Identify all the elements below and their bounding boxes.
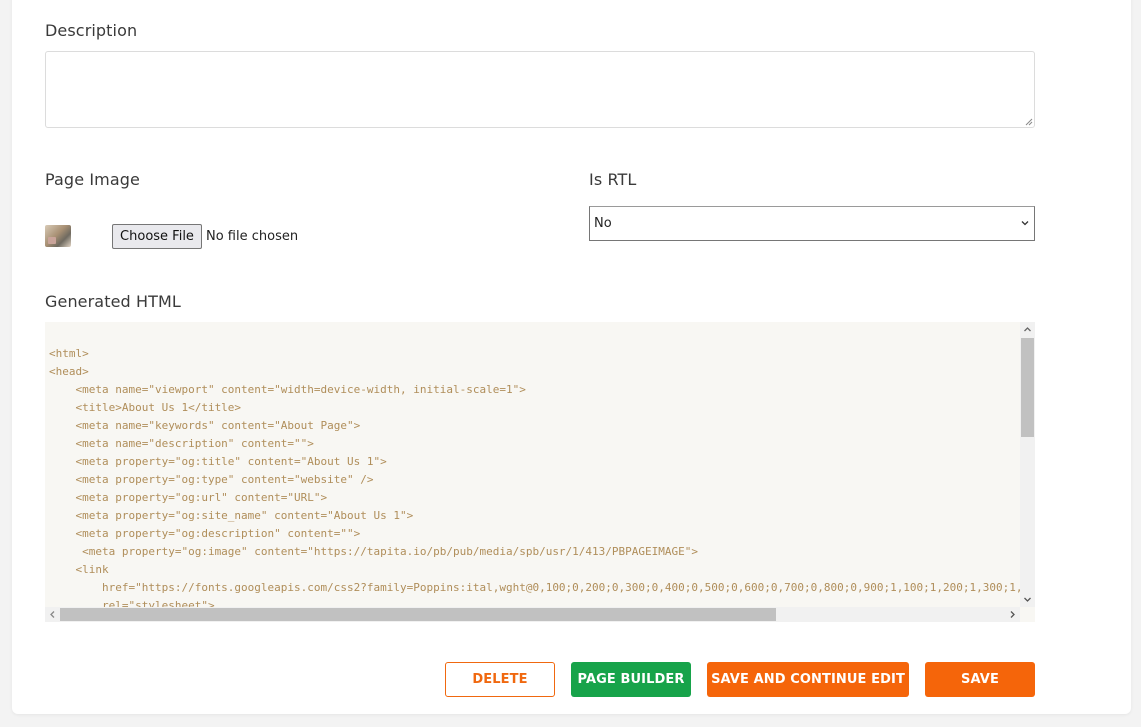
scrollbar-corner xyxy=(1020,607,1035,622)
vertical-scroll-thumb[interactable] xyxy=(1021,338,1034,437)
code-line: <meta name="description" content=""> xyxy=(49,437,314,450)
scroll-left-arrow-icon[interactable] xyxy=(48,610,57,619)
code-line: <meta property="og:description" content=… xyxy=(49,527,361,540)
code-line: <meta property="og:image" content="https… xyxy=(49,545,699,558)
save-and-continue-edit-button[interactable]: SAVE AND CONTINUE EDIT xyxy=(707,662,909,697)
is-rtl-label: Is RTL xyxy=(589,170,637,189)
resize-grip-icon[interactable] xyxy=(1024,117,1033,126)
generated-html-textarea[interactable]: <html> <head> <meta name="viewport" conte… xyxy=(45,322,1035,622)
page-builder-button[interactable]: PAGE BUILDER xyxy=(571,662,691,697)
is-rtl-select[interactable]: No xyxy=(589,206,1035,241)
generated-html-label: Generated HTML xyxy=(45,292,181,311)
choose-file-button[interactable]: Choose File xyxy=(112,224,202,249)
code-line: <html> xyxy=(49,347,89,360)
scroll-down-arrow-icon[interactable] xyxy=(1023,595,1032,604)
description-textarea[interactable] xyxy=(45,51,1035,128)
code-line: <meta property="og:type" content="websit… xyxy=(49,473,374,486)
file-status-text: No file chosen xyxy=(206,229,299,244)
vertical-scrollbar[interactable] xyxy=(1020,322,1035,607)
code-line: href="https://fonts.googleapis.com/css2?… xyxy=(49,581,1030,594)
chevron-down-icon xyxy=(1021,221,1029,226)
code-line: <meta name="keywords" content="About Pag… xyxy=(49,419,361,432)
code-line: <link xyxy=(49,563,109,576)
delete-button[interactable]: DELETE xyxy=(445,662,555,697)
scroll-right-arrow-icon[interactable] xyxy=(1008,610,1017,619)
page-image-label: Page Image xyxy=(45,170,140,189)
save-button[interactable]: SAVE xyxy=(925,662,1035,697)
code-line: <meta property="og:url" content="URL"> xyxy=(49,491,328,504)
code-line: <meta property="og:title" content="About… xyxy=(49,455,387,468)
horizontal-scrollbar[interactable] xyxy=(45,607,1020,622)
is-rtl-selected-value: No xyxy=(594,216,612,231)
generated-html-code: <html> <head> <meta name="viewport" conte… xyxy=(49,345,1029,615)
code-line: <meta name="viewport" content="width=dev… xyxy=(49,383,526,396)
horizontal-scroll-thumb[interactable] xyxy=(60,608,776,621)
code-line: <meta property="og:site_name" content="A… xyxy=(49,509,414,522)
scroll-up-arrow-icon[interactable] xyxy=(1023,325,1032,334)
page-image-thumbnail xyxy=(45,225,71,247)
description-label: Description xyxy=(45,21,138,40)
code-line: <head> xyxy=(49,365,89,378)
code-line: <title>About Us 1</title> xyxy=(49,401,242,414)
